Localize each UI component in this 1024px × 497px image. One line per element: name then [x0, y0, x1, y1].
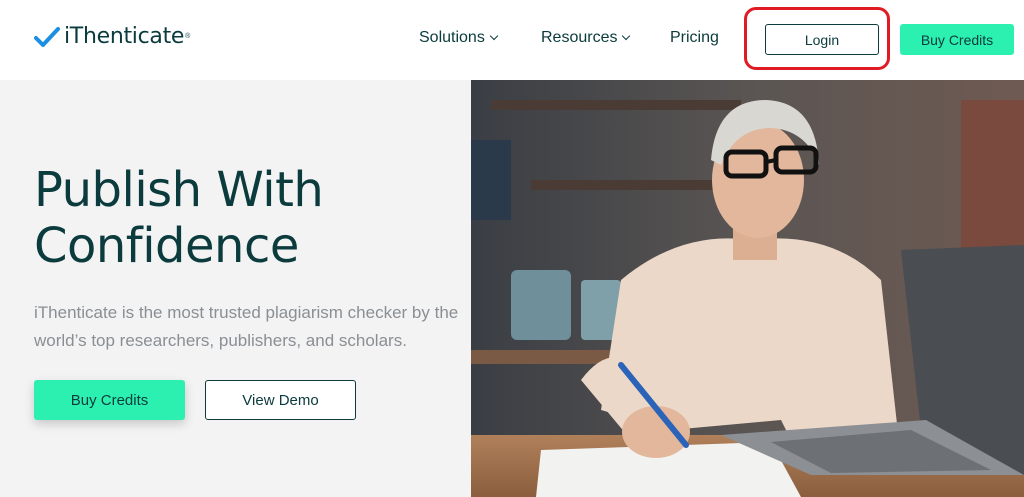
site-header: iThenticate ® Solutions Resources Pricin… [0, 0, 1024, 80]
nav-pricing[interactable]: Pricing [670, 29, 719, 47]
woman-at-laptop-illustration [471, 80, 1024, 497]
hero-title: Publish With Confidence [34, 162, 464, 274]
login-button[interactable]: Login [765, 24, 879, 55]
nav-resources-label: Resources [541, 29, 618, 46]
hero-panel [0, 80, 471, 497]
checkmark-icon [34, 26, 60, 47]
view-demo-button[interactable]: View Demo [205, 380, 356, 420]
logo-trademark: ® [185, 33, 191, 40]
nav-solutions-label: Solutions [419, 29, 485, 46]
hero-buy-credits-button[interactable]: Buy Credits [34, 380, 185, 420]
hero-subtitle: iThenticate is the most trusted plagiari… [34, 303, 459, 350]
nav-pricing-label: Pricing [670, 29, 719, 46]
hero-title-line-2: Confidence [34, 218, 299, 274]
header-buy-credits-button[interactable]: Buy Credits [900, 24, 1014, 55]
nav-solutions[interactable]: Solutions [419, 29, 499, 47]
logo-text: iThenticate [64, 24, 185, 49]
ithenticate-logo[interactable]: iThenticate ® [34, 24, 190, 49]
hero-title-line-1: Publish With [34, 162, 324, 218]
chevron-down-icon [489, 31, 499, 41]
chevron-down-icon [622, 31, 631, 41]
nav-resources[interactable]: Resources [541, 29, 631, 47]
hero-photo [471, 80, 1024, 497]
